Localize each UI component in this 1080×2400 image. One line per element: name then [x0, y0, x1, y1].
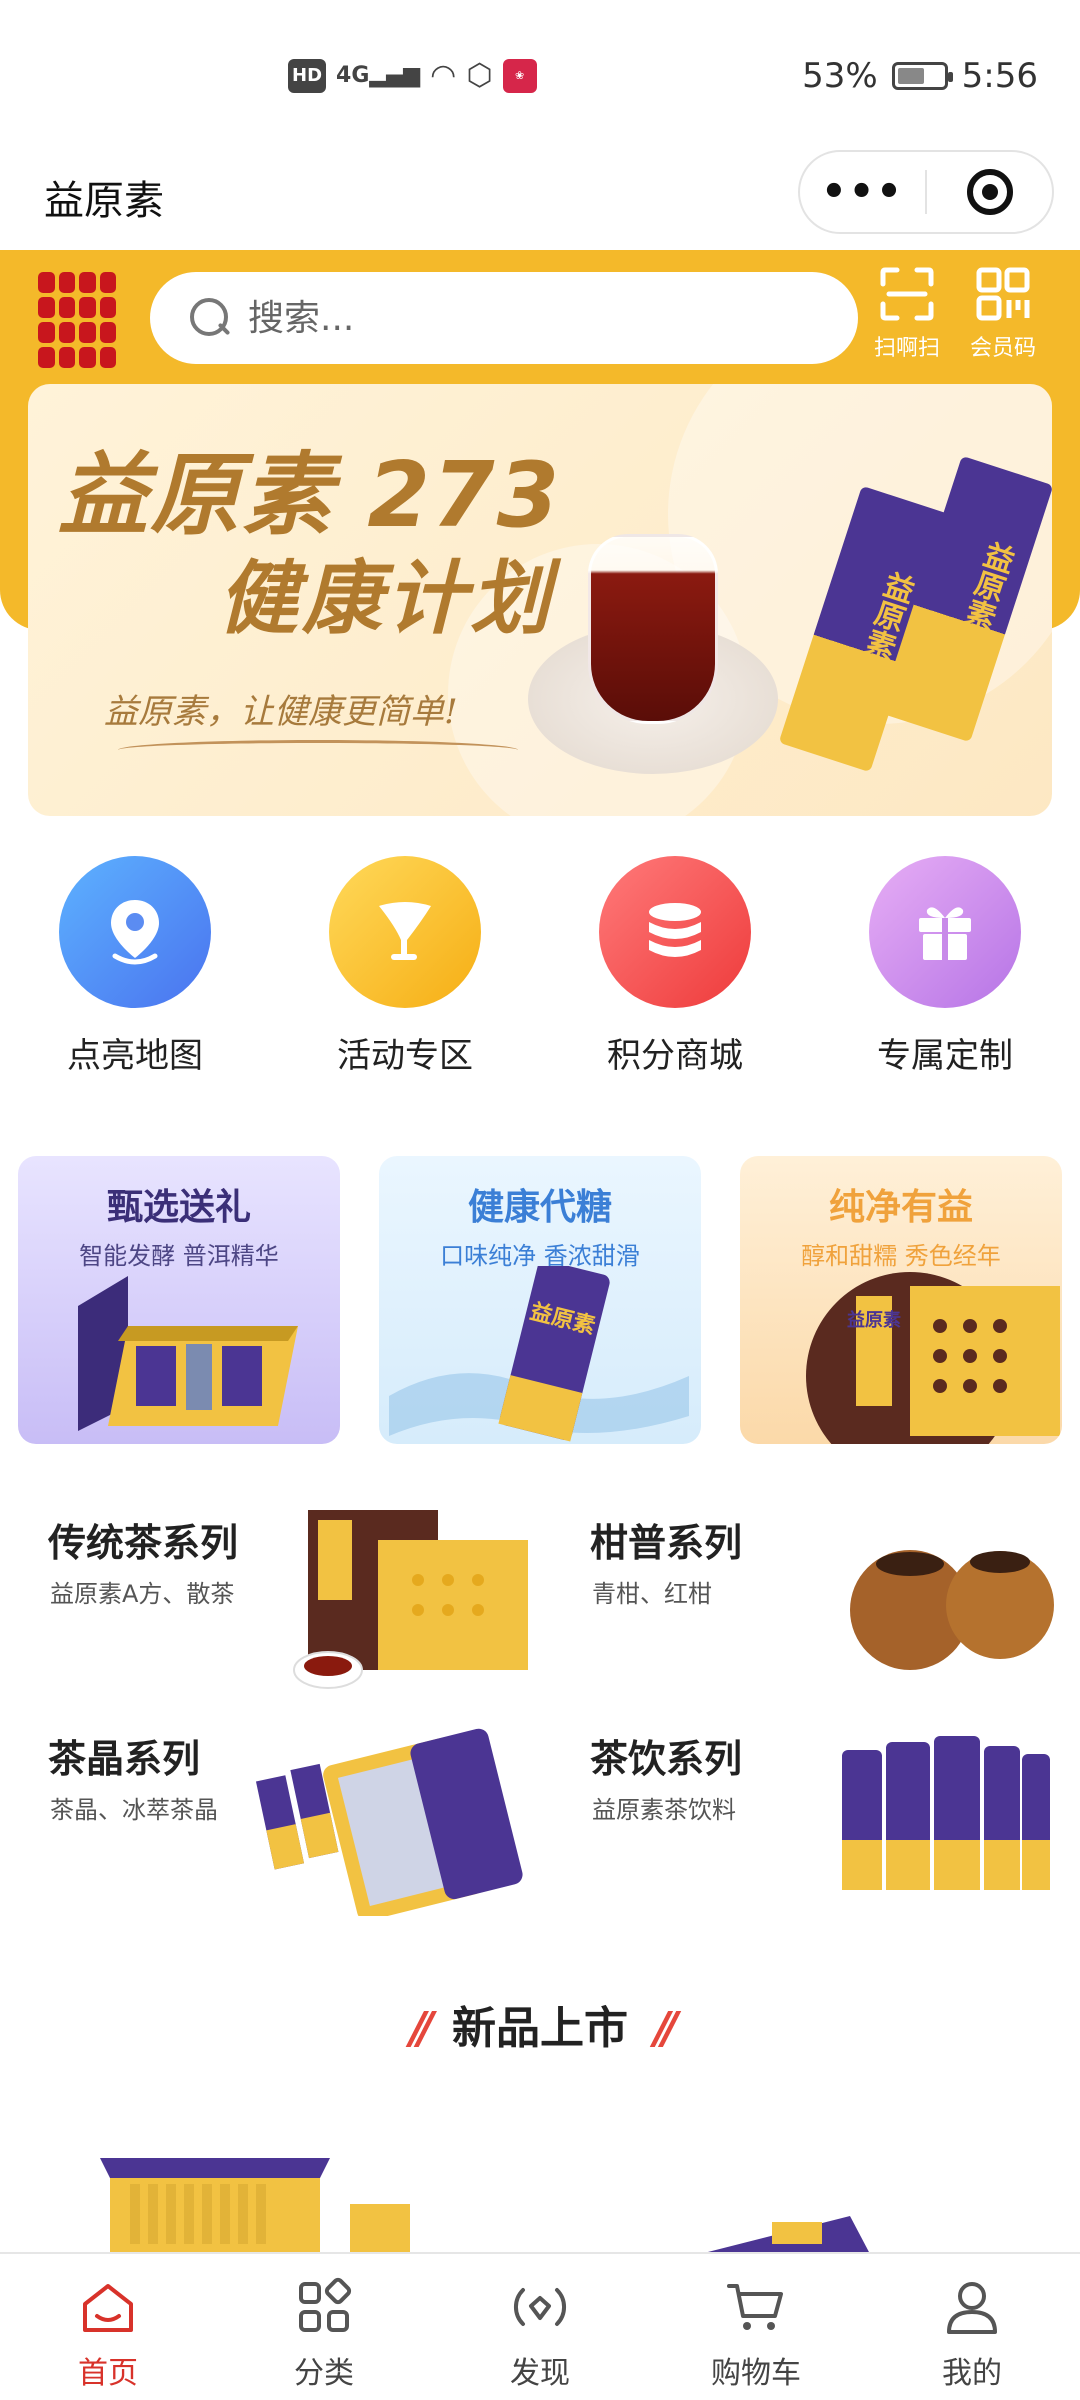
member-code-label: 会员码 — [969, 336, 1036, 361]
series-title: 茶晶系列 — [48, 1737, 201, 1781]
tea-cake-image: 益原素 — [806, 1272, 1060, 1444]
mini-program-title-bar: 益原素 ••• — [0, 150, 1080, 250]
tea-drink-cans-image — [842, 1736, 1050, 1890]
hd-icon: HD — [288, 58, 327, 93]
flag-icon — [329, 856, 481, 1008]
promo-title: 甄选送礼 — [106, 1187, 251, 1228]
promo-banner[interactable]: 益原素 273 健康计划 益原素，让健康更简单! 益原素 益原素 — [28, 384, 1052, 816]
brand-logo — [38, 272, 116, 368]
series-subtitle: 益原素茶饮料 — [592, 1796, 736, 1824]
quick-nav: 点亮地图 活动专区 积分商城 专属定制 — [0, 856, 1080, 1077]
quick-nav-activity[interactable]: 活动专区 — [270, 856, 540, 1077]
coins-icon — [599, 856, 751, 1008]
user-icon — [947, 2282, 997, 2334]
new-arrivals-heading: // 新品上市 // — [0, 1992, 1080, 2056]
tab-category[interactable]: 分类 — [216, 2254, 432, 2400]
gift-box-image — [78, 1276, 298, 1431]
tab-label: 分类 — [294, 2356, 354, 2391]
series-title: 传统茶系列 — [48, 1521, 239, 1565]
cart-icon — [727, 2284, 783, 2330]
tab-label: 发现 — [510, 2356, 570, 2391]
slogan-underline — [118, 740, 518, 760]
scan-icon — [879, 266, 935, 322]
promo-title: 健康代糖 — [467, 1187, 612, 1228]
qr-code-icon — [975, 266, 1031, 322]
series-title: 茶饮系列 — [590, 1737, 743, 1781]
target-icon — [966, 169, 1013, 215]
battery-percent: 53% — [802, 56, 878, 96]
member-code-button[interactable]: 会员码 — [960, 266, 1046, 362]
discover-icon — [513, 2288, 567, 2326]
citrus-tea-image — [850, 1550, 1054, 1670]
new-product-image[interactable] — [690, 2214, 870, 2254]
tab-discover[interactable]: 发现 — [432, 2254, 648, 2400]
traditional-tea-image — [293, 1510, 528, 1689]
banner-subtitle: 健康计划 — [218, 552, 554, 645]
close-button[interactable] — [927, 169, 1052, 215]
banner-title: 益原素 273 — [58, 443, 562, 548]
tab-label: 购物车 — [711, 2356, 801, 2391]
tab-label: 首页 — [78, 2356, 138, 2391]
clock: 5:56 — [961, 56, 1038, 96]
promo-card-pure[interactable]: 纯净有益 醇和甜糯 秀色经年 益原素 — [740, 1156, 1062, 1444]
series-traditional-tea[interactable]: 传统茶系列 益原素A方、散茶 — [18, 1500, 538, 1700]
quick-nav-map[interactable]: 点亮地图 — [0, 856, 270, 1077]
tea-glass-image — [588, 534, 718, 724]
mini-program-capsule: ••• — [798, 150, 1054, 234]
promo-card-gift[interactable]: 甄选送礼 智能发酵 普洱精华 — [18, 1156, 340, 1444]
network-type: 4G — [336, 63, 370, 88]
slash-decoration: // — [409, 2003, 434, 2054]
promo-title: 纯净有益 — [828, 1187, 973, 1228]
shield-icon: ⬡ — [466, 58, 493, 93]
scan-label: 扫啊扫 — [873, 336, 940, 361]
status-bar: HD 4G▂▄▆ ◠ ⬡ ❀ 53% 5:56 — [0, 0, 1080, 150]
battery-icon — [891, 62, 953, 90]
promo-card-sugar[interactable]: 健康代糖 口味纯净 香浓甜滑 益原素 — [379, 1156, 701, 1444]
series-title: 柑普系列 — [590, 1521, 743, 1565]
search-bar[interactable] — [150, 272, 858, 364]
quick-nav-points-mall[interactable]: 积分商城 — [540, 856, 810, 1077]
category-icon — [299, 2277, 352, 2332]
quick-nav-label: 专属定制 — [877, 1036, 1013, 1076]
series-subtitle: 益原素A方、散茶 — [50, 1580, 235, 1608]
quick-nav-label: 点亮地图 — [67, 1036, 203, 1076]
quick-nav-custom[interactable]: 专属定制 — [810, 856, 1080, 1077]
series-citrus-puer[interactable]: 柑普系列 青柑、红柑 — [560, 1500, 1080, 1700]
series-subtitle: 青柑、红柑 — [592, 1580, 712, 1608]
gift-icon — [869, 856, 1021, 1008]
scan-button[interactable]: 扫啊扫 — [864, 266, 950, 362]
tea-crystal-image — [255, 1728, 523, 1916]
app-title: 益原素 — [44, 178, 164, 224]
tab-profile[interactable]: 我的 — [864, 2254, 1080, 2400]
search-input[interactable] — [248, 297, 808, 339]
signal-icon: 4G▂▄▆ — [336, 63, 421, 88]
battery-level — [897, 68, 925, 84]
series-tea-drink[interactable]: 茶饮系列 益原素茶饮料 — [560, 1716, 1080, 1916]
new-arrivals-title: 新品上市 — [452, 2003, 628, 2054]
quick-nav-label: 活动专区 — [337, 1036, 473, 1076]
tab-home[interactable]: 首页 — [0, 2254, 216, 2400]
series-subtitle: 茶晶、冰萃茶晶 — [50, 1796, 218, 1824]
map-pin-icon — [59, 856, 211, 1008]
can-splash-image: 益原素 — [389, 1266, 689, 1442]
status-icons-right: 53% 5:56 — [802, 56, 1038, 96]
slash-decoration: // — [654, 2003, 678, 2054]
series-tea-crystal[interactable]: 茶晶系列 茶晶、冰萃茶晶 — [18, 1716, 538, 1916]
new-product-image[interactable] — [90, 2150, 430, 2252]
quick-nav-label: 积分商城 — [607, 1036, 743, 1076]
tab-cart[interactable]: 购物车 — [648, 2254, 864, 2400]
bottom-tab-bar: 首页 分类 发现 购物车 我的 — [0, 2252, 1080, 2400]
huawei-app-icon: ❀ — [502, 58, 537, 93]
search-icon — [190, 298, 230, 338]
banner-slogan: 益原素，让健康更简单! — [104, 692, 458, 732]
tea-cake-label: 益原素 — [847, 1309, 901, 1331]
promo-cards: 甄选送礼 智能发酵 普洱精华 健康代糖 口味纯净 香浓甜滑 益原素 纯净有益 醇… — [18, 1156, 1062, 1444]
wifi-icon: ◠ — [430, 58, 457, 93]
home-icon — [83, 2284, 133, 2332]
status-icons-left: HD 4G▂▄▆ ◠ ⬡ ❀ — [288, 58, 537, 93]
tab-label: 我的 — [942, 2356, 1002, 2391]
more-button[interactable]: ••• — [800, 169, 925, 215]
